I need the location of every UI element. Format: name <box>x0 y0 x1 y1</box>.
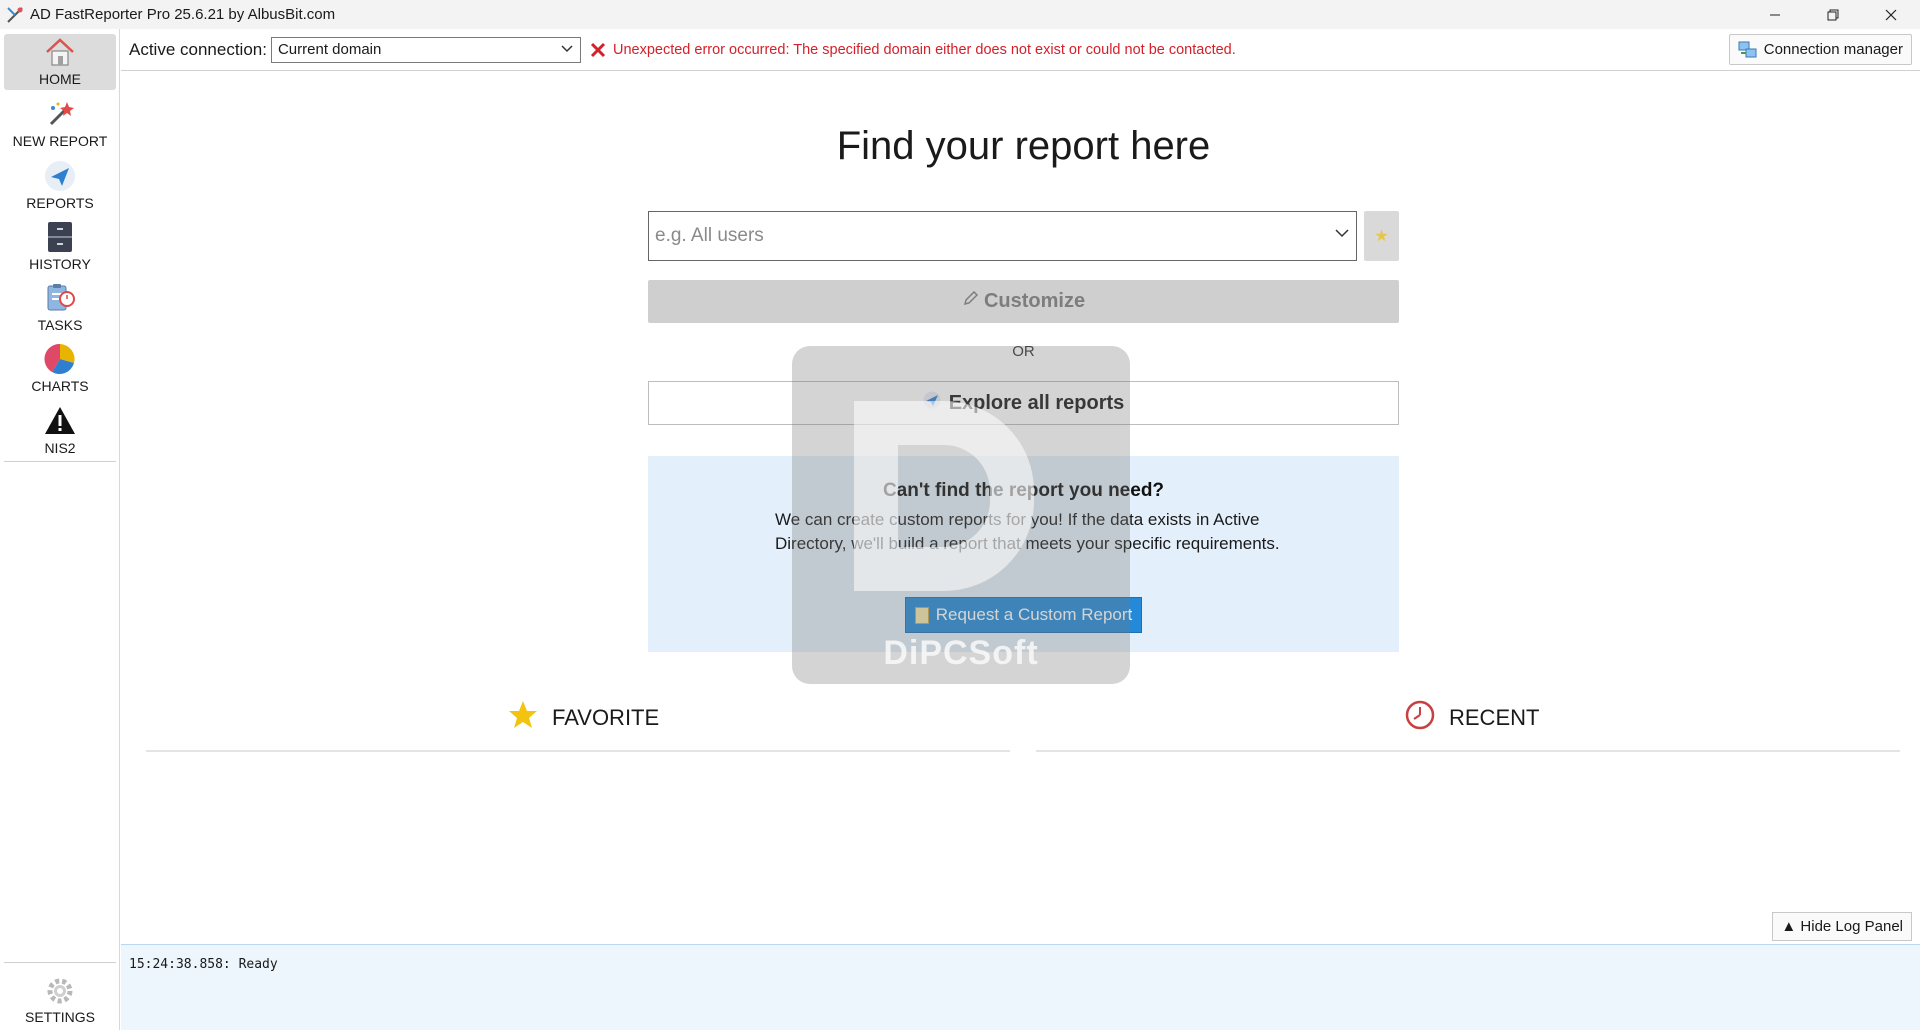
restore-icon[interactable] <box>1804 0 1862 29</box>
connection-error-message: Unexpected error occurred: The specified… <box>612 41 1236 58</box>
paper-plane-icon <box>43 159 77 193</box>
title-bar: AD FastReporter Pro 25.6.21 by AlbusBit.… <box>0 0 1920 29</box>
magic-wand-icon <box>43 97 77 131</box>
sidebar-item-label: HISTORY <box>29 256 91 272</box>
sidebar-item-label: NEW REPORT <box>12 133 108 149</box>
window-title: AD FastReporter Pro 25.6.21 by AlbusBit.… <box>30 6 336 23</box>
connection-manager-button[interactable]: Connection manager <box>1728 34 1912 65</box>
warning-icon <box>43 404 77 438</box>
sidebar-item-new-report[interactable]: NEW REPORT <box>4 96 116 152</box>
network-icon <box>1738 41 1758 59</box>
gear-icon <box>45 976 75 1009</box>
star-icon: ★ <box>1374 228 1389 245</box>
recent-label: RECENT <box>1449 705 1540 730</box>
sidebar-item-reports[interactable]: REPORTS <box>4 158 116 214</box>
connection-select[interactable]: Current domain <box>270 36 581 63</box>
sidebar-item-label: REPORTS <box>26 195 94 211</box>
connection-manager-label: Connection manager <box>1763 41 1903 58</box>
watermark-text: DiPCSoft <box>883 634 1039 672</box>
favorite-label: FAVORITE <box>552 705 660 730</box>
sidebar: HOME NEW REPORT REPORTS HISTORY TASKS CH… <box>0 29 120 1030</box>
hide-log-panel-button[interactable]: ▲ Hide Log Panel <box>1772 912 1912 941</box>
clipboard-clock-icon <box>43 281 77 315</box>
connection-label: Active connection: <box>129 39 267 59</box>
recent-divider <box>1036 750 1900 752</box>
log-line: 15:24:38.858: Ready <box>129 957 278 972</box>
sidebar-item-label: HOME <box>39 71 81 87</box>
home-icon <box>43 35 77 69</box>
connection-bar: Active connection: Current domain Unexpe… <box>121 29 1920 71</box>
sidebar-divider <box>4 962 116 963</box>
sidebar-item-tasks[interactable]: TASKS <box>4 280 116 336</box>
main-content: Find your report here ★ Customize OR Exp… <box>121 72 1920 944</box>
customize-label: Customize <box>983 290 1086 312</box>
sidebar-item-nis2[interactable]: NIS2 <box>4 403 116 459</box>
sidebar-item-label: CHARTS <box>31 378 89 394</box>
search-input[interactable] <box>655 225 1315 247</box>
close-icon[interactable] <box>1862 0 1920 29</box>
pie-chart-icon <box>43 342 77 376</box>
sidebar-item-settings[interactable]: SETTINGS <box>4 972 116 1028</box>
sidebar-item-history[interactable]: HISTORY <box>4 219 116 275</box>
watermark-d-shape <box>854 401 1034 591</box>
chevron-down-icon <box>560 41 574 58</box>
log-panel: 15:24:38.858: Ready <box>121 944 1920 1030</box>
recent-section-header: RECENT <box>1405 700 1539 736</box>
sidebar-item-label: SETTINGS <box>24 1009 95 1025</box>
connection-selected-value: Current domain <box>277 41 382 58</box>
error-x-icon <box>589 41 607 59</box>
report-search-combobox[interactable] <box>648 211 1357 261</box>
minimize-icon[interactable] <box>1746 0 1804 29</box>
watermark-logo: DiPCSoft <box>792 346 1130 684</box>
favorite-divider <box>146 750 1010 752</box>
sidebar-item-label: TASKS <box>37 317 83 333</box>
file-cabinet-icon <box>43 220 77 254</box>
favorite-section-header: FAVORITE <box>508 700 659 736</box>
sidebar-divider <box>4 461 116 462</box>
favorite-star-button[interactable]: ★ <box>1364 211 1399 261</box>
customize-button[interactable]: Customize <box>648 280 1399 323</box>
app-logo-icon <box>4 4 26 26</box>
sidebar-item-label: NIS2 <box>44 440 76 456</box>
star-icon <box>508 700 538 736</box>
chevron-down-icon[interactable] <box>1334 226 1350 244</box>
pencil-icon <box>962 290 978 313</box>
sidebar-item-home[interactable]: HOME <box>4 34 116 90</box>
clock-icon <box>1405 700 1435 736</box>
sidebar-item-charts[interactable]: CHARTS <box>4 341 116 397</box>
page-title: Find your report here <box>836 124 1211 168</box>
